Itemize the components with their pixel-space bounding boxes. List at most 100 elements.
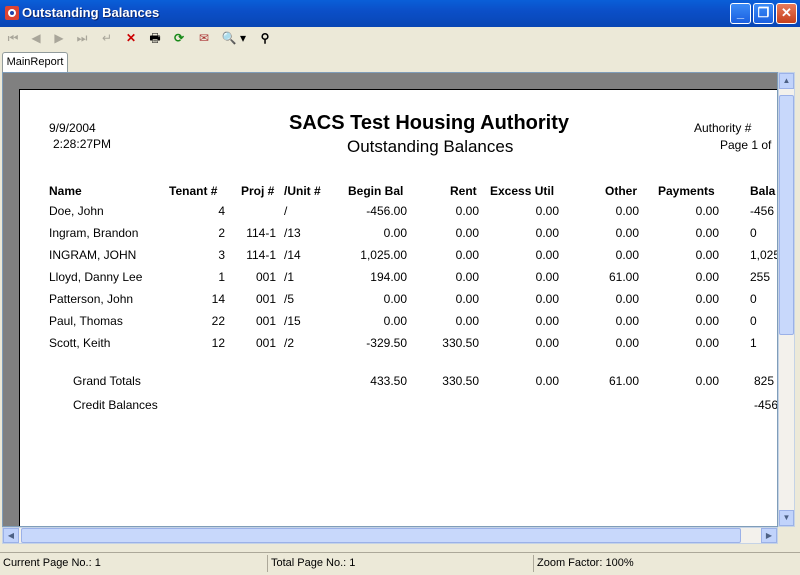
column-header-payments: Payments [658,184,715,198]
table-cell-excess-util: 0.00 [535,336,559,350]
zoom-icon[interactable]: 🔍 [220,29,238,47]
table-cell-unit: /15 [284,314,301,328]
table-cell-other: 0.00 [615,292,639,306]
table-cell-rent: 0.00 [455,292,479,306]
table-cell-balance: 255 [750,270,771,284]
table-cell-other: 0.00 [615,336,639,350]
table-cell-excess-util: 0.00 [535,226,559,240]
scroll-right-button[interactable]: ▶ [761,528,777,543]
first-page-icon[interactable]: ⏮ [4,29,22,47]
zoom-status: Zoom Factor: 100% [537,557,634,569]
page-label: Page 1 of [720,138,772,152]
table-cell-name: Scott, Keith [49,336,111,350]
close-button[interactable]: ✕ [776,3,797,24]
table-cell-other: 0.00 [615,314,639,328]
scroll-up-button[interactable]: ▲ [779,73,794,89]
export-icon[interactable]: ✉ [195,29,213,47]
find-icon[interactable]: ⚲ [256,29,274,47]
table-cell-name: Paul, Thomas [49,314,123,328]
chevron-down-icon: ▼ [782,513,791,522]
column-header-tenant: Tenant # [169,184,218,198]
refresh-icon[interactable]: ⟳ [170,29,188,47]
column-header-name: Name [49,184,82,198]
table-cell-other: 0.00 [615,226,639,240]
close-icon: ✕ [781,5,792,20]
app-icon [5,6,19,20]
minimize-icon: _ [736,5,745,20]
table-cell-proj: 001 [255,314,276,328]
table-cell-begin-bal: 0.00 [383,226,407,240]
vertical-scrollbar[interactable]: ▲ ▼ [778,72,795,527]
table-cell-tenant: 2 [218,226,225,240]
table-cell-payments: 0.00 [695,226,719,240]
restore-button[interactable]: ❐ [753,3,774,24]
column-header-excess-util: Excess Util [490,184,555,198]
credit-balances-balance: -456 [754,398,778,412]
goto-page-icon[interactable]: ↵ [98,29,116,47]
table-cell-name: Lloyd, Danny Lee [49,270,143,284]
minimize-button[interactable]: _ [730,3,751,24]
report-time: 2:28:27PM [53,137,112,151]
table-cell-tenant: 14 [211,292,225,306]
current-page-status: Current Page No.: 1 [0,555,268,572]
table-cell-balance: 0 [750,226,757,240]
table-cell-excess-util: 0.00 [535,270,559,284]
table-cell-payments: 0.00 [695,314,719,328]
report-title: SACS Test Housing Authority [289,112,569,134]
table-cell-proj: 001 [255,292,276,306]
table-cell-payments: 0.00 [695,292,719,306]
table-cell-tenant: 4 [218,204,225,218]
table-cell-payments: 0.00 [695,270,719,284]
table-cell-tenant: 3 [218,248,225,262]
table-cell-unit: /2 [284,336,295,350]
table-cell-balance: 0 [750,314,757,328]
table-cell-begin-bal: -456.00 [366,204,407,218]
table-cell-balance: 1 [750,336,757,350]
column-header-balance: Bala [750,184,776,198]
table-cell-tenant: 12 [211,336,225,350]
scroll-down-button[interactable]: ▼ [779,510,794,526]
column-header-other: Other [605,184,638,198]
table-cell-begin-bal: -329.50 [366,336,407,350]
table-cell-other: 0.00 [615,204,639,218]
table-cell-unit: /14 [284,248,301,262]
stop-icon[interactable]: ✕ [122,29,140,47]
prev-page-icon[interactable]: ◀ [27,29,45,47]
last-page-icon[interactable]: ⏭ [73,29,91,47]
window-title: Outstanding Balances [22,5,160,20]
table-cell-proj: 114-1 [246,226,276,240]
status-bar: Current Page No.: 1 Total Page No.: 1 Zo… [0,552,800,575]
vertical-scroll-thumb[interactable] [779,95,794,335]
table-cell-tenant: 1 [218,270,225,284]
column-header-begin-bal: Begin Bal [348,184,404,198]
table-cell-unit: /1 [284,270,295,284]
table-cell-proj: 001 [255,270,276,284]
chevron-left-icon: ◀ [7,531,15,540]
table-cell-other: 61.00 [608,270,639,284]
table-cell-begin-bal: 1,025.00 [360,248,407,262]
table-cell-unit: /13 [284,226,301,240]
table-cell-name: INGRAM, JOHN [49,248,137,262]
table-cell-rent: 0.00 [455,226,479,240]
tab-strip: MainReport [0,50,800,72]
table-cell-unit: / [284,204,288,218]
table-cell-excess-util: 0.00 [535,204,559,218]
print-icon[interactable]: 🖶 [146,29,164,47]
horizontal-scrollbar[interactable]: ◀ ▶ [2,527,778,544]
next-page-icon[interactable]: ▶ [50,29,68,47]
report-subtitle: Outstanding Balances [347,137,514,156]
column-header-proj: Proj # [241,184,275,198]
horizontal-scroll-thumb[interactable] [21,528,741,543]
report-viewport[interactable]: 9/9/2004 2:28:27PM SACS Test Housing Aut… [2,72,778,527]
table-cell-rent: 0.00 [455,204,479,218]
table-cell-excess-util: 0.00 [535,292,559,306]
table-cell-begin-bal: 0.00 [383,292,407,306]
column-header-rent: Rent [450,184,477,198]
table-cell-rent: 330.50 [442,336,479,350]
table-cell-proj: 114-1 [246,248,276,262]
zoom-dropdown-icon[interactable]: ▾ [238,29,248,47]
title-bar[interactable]: Outstanding Balances _ ❐ ✕ [0,0,800,27]
tab-mainreport[interactable]: MainReport [2,52,68,72]
total-page-status: Total Page No.: 1 [268,555,534,572]
scroll-left-button[interactable]: ◀ [3,528,19,543]
